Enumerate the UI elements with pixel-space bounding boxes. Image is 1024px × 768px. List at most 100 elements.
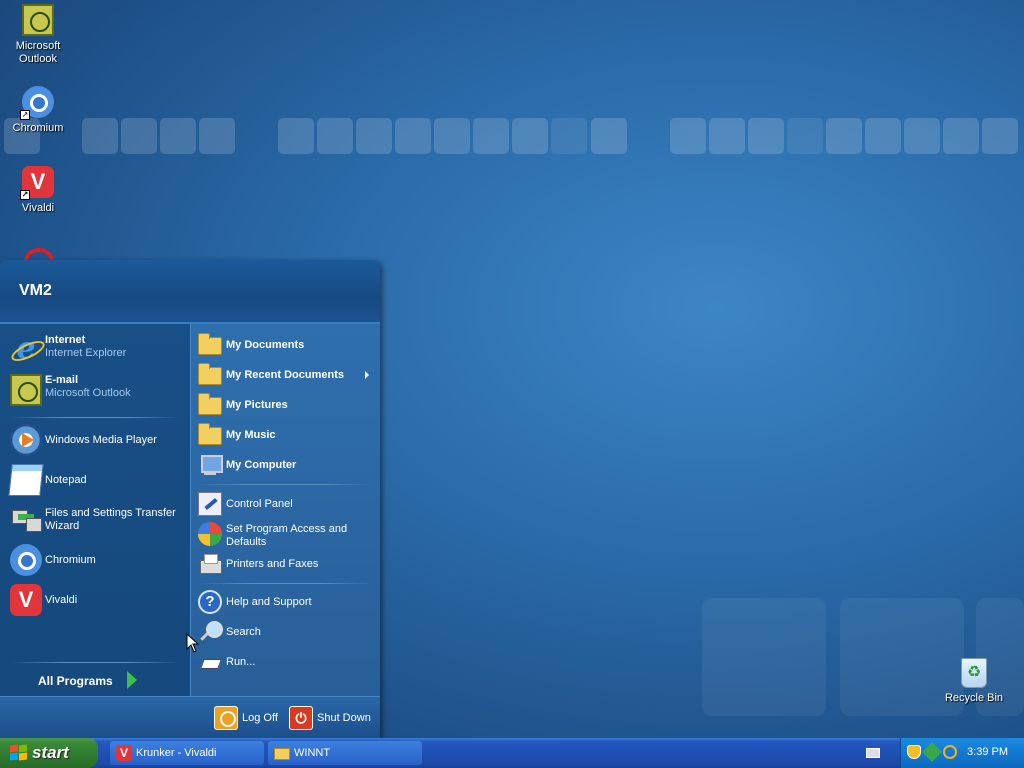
desktop-icon-outlook[interactable]: Microsoft Outlook [0, 4, 76, 66]
program-label: Windows Media Player [45, 433, 157, 446]
desktop-icon-label: Microsoft Outlook [15, 40, 61, 65]
setting-label: Set Program Access and Defaults [226, 523, 348, 548]
all-programs-button[interactable]: All Programs [38, 674, 113, 688]
computer-icon [198, 453, 223, 477]
tool-run[interactable]: Run... [197, 648, 375, 676]
wallpaper-tile [702, 598, 826, 716]
desktop-icon-chromium[interactable]: ↗ Chromium [0, 86, 76, 135]
chromium-icon: ↗ [20, 86, 54, 120]
power-icon: ⏻ [289, 706, 313, 730]
pinned-internet[interactable]: e Internet Internet Explorer [8, 332, 186, 368]
start-menu-header: VM2 [0, 260, 380, 324]
transfer-wizard-icon [10, 504, 42, 536]
folder-icon [198, 423, 222, 445]
taskbar-button-winnt[interactable]: WINNT [268, 741, 422, 765]
setting-label: Control Panel [226, 497, 293, 510]
tool-label: Help and Support [226, 595, 312, 608]
program-label: Files and Settings Transfer Wizard [45, 507, 176, 532]
desktop-icon-label: Vivaldi [21, 202, 55, 214]
place-label: My Music [226, 428, 276, 441]
network-icon[interactable] [922, 742, 942, 762]
setting-program-access[interactable]: Set Program Access and Defaults [197, 520, 375, 552]
submenu-arrow-icon [365, 371, 369, 379]
chromium-icon [10, 544, 42, 576]
outlook-icon [10, 374, 42, 406]
program-label: Vivaldi [45, 593, 78, 606]
windows-logo-icon [10, 744, 28, 761]
setting-label: Printers and Faxes [226, 557, 319, 570]
pinned-subtitle: Internet Explorer [45, 347, 127, 359]
recent-notepad[interactable]: Notepad [8, 462, 186, 498]
tool-search[interactable]: Search [197, 618, 375, 646]
tool-label: Run... [226, 655, 256, 668]
desktop-icon-label: Recycle Bin [944, 692, 1004, 704]
run-icon [198, 650, 222, 674]
setting-printers-faxes[interactable]: Printers and Faxes [197, 550, 375, 578]
printer-icon [198, 552, 222, 576]
shut-down-label: Shut Down [317, 712, 371, 724]
mouse-cursor-icon [186, 633, 200, 653]
place-label: My Recent Documents [226, 368, 344, 381]
media-player-icon [10, 424, 42, 456]
separator [10, 417, 180, 418]
place-my-music[interactable]: My Music [197, 421, 375, 449]
start-menu-footer: Log Off ⏻ Shut Down [0, 696, 380, 738]
pinned-email[interactable]: E-mail Microsoft Outlook [8, 372, 186, 408]
search-icon [198, 620, 223, 644]
recent-windows-media-player[interactable]: Windows Media Player [8, 422, 186, 458]
recent-chromium[interactable]: Chromium [8, 542, 186, 578]
taskbar-button-label: WINNT [294, 747, 331, 759]
outlook-icon [22, 4, 54, 36]
folder-icon [198, 333, 222, 355]
system-tray: 3:39 PM [900, 738, 1024, 768]
separator [197, 484, 373, 485]
place-my-computer[interactable]: My Computer [197, 451, 375, 479]
start-button[interactable]: start [0, 738, 98, 768]
recent-vivaldi[interactable]: V Vivaldi [8, 582, 186, 618]
recent-transfer-wizard[interactable]: Files and Settings Transfer Wizard [8, 502, 186, 538]
clock[interactable]: 3:39 PM [967, 746, 1008, 758]
user-name: VM2 [19, 282, 52, 299]
keyboard-icon[interactable] [866, 748, 880, 758]
place-my-documents[interactable]: My Documents [197, 331, 375, 359]
pinned-subtitle: Microsoft Outlook [45, 387, 131, 399]
internet-explorer-icon: e [10, 334, 42, 366]
control-panel-icon [198, 492, 222, 516]
desktop-icon-recycle-bin[interactable]: ♻ Recycle Bin [936, 658, 1012, 705]
start-menu-programs-pane: e Internet Internet Explorer E-mail Micr… [0, 324, 190, 696]
pinned-title: Internet [45, 334, 86, 346]
program-label: Notepad [45, 473, 87, 486]
folder-icon [198, 393, 222, 415]
pinned-title: E-mail [45, 374, 79, 386]
security-shield-icon[interactable] [907, 745, 921, 759]
start-menu: VM2 e Internet Internet Explorer E-mail … [0, 260, 380, 738]
setting-control-panel[interactable]: Control Panel [197, 490, 375, 518]
place-label: My Computer [226, 458, 297, 471]
place-my-recent-documents[interactable]: My Recent Documents [197, 361, 375, 389]
start-menu-places-pane: My Documents My Recent Documents My Pict… [190, 324, 380, 696]
vivaldi-icon: V [10, 584, 42, 616]
program-label: Chromium [45, 553, 96, 566]
log-off-button[interactable]: Log Off [214, 705, 278, 731]
tool-label: Search [226, 625, 261, 638]
separator [197, 583, 373, 584]
shut-down-button[interactable]: ⏻ Shut Down [289, 705, 371, 731]
tray-search-icon[interactable] [943, 745, 957, 759]
desktop-icon-vivaldi[interactable]: V ↗ Vivaldi [0, 166, 76, 215]
shortcut-arrow-icon: ↗ [20, 190, 30, 200]
tool-help-support[interactable]: ? Help and Support [197, 588, 375, 616]
taskbar: start V Krunker - Vivaldi WINNT 3:39 PM [0, 738, 1024, 768]
taskbar-button-krunker-vivaldi[interactable]: V Krunker - Vivaldi [110, 741, 264, 765]
key-icon [214, 706, 238, 730]
recent-documents-icon [198, 363, 222, 385]
place-my-pictures[interactable]: My Pictures [197, 391, 375, 419]
shortcut-arrow-icon: ↗ [20, 110, 30, 120]
help-icon: ? [198, 590, 222, 614]
taskbar-button-label: Krunker - Vivaldi [136, 747, 217, 759]
folder-icon [274, 748, 290, 760]
vivaldi-icon: V ↗ [20, 166, 54, 200]
start-label: start [32, 743, 69, 762]
all-programs-arrow-icon [127, 671, 137, 689]
place-label: My Documents [226, 338, 305, 351]
desktop-icon-label: Chromium [12, 122, 64, 134]
